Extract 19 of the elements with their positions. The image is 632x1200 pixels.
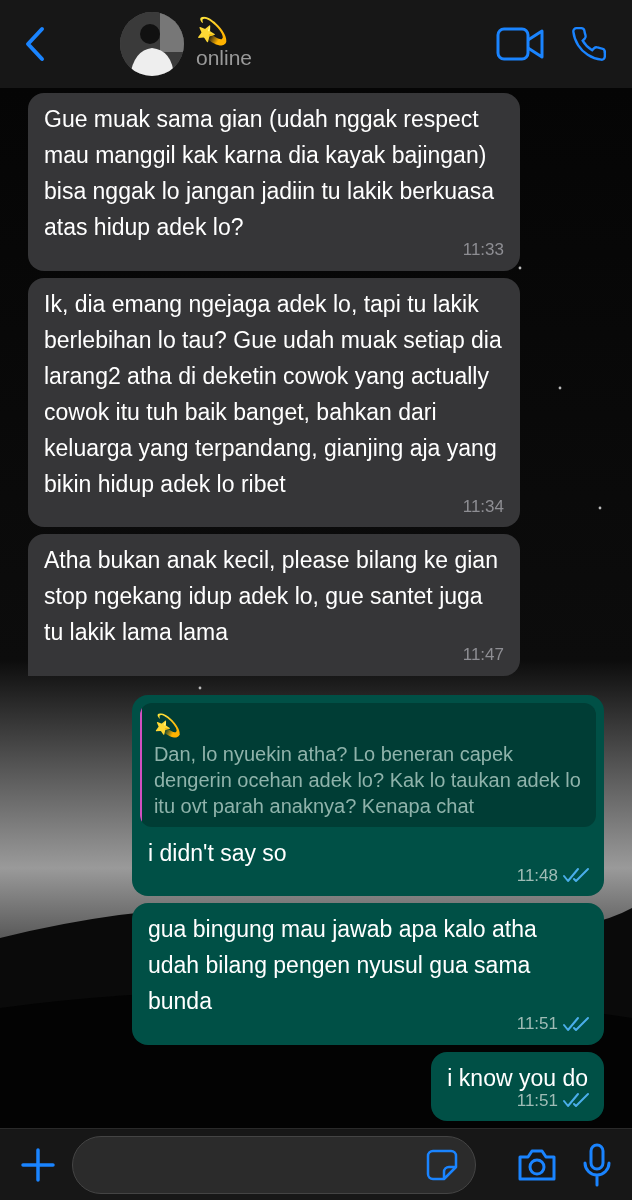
quote-author: 💫 — [153, 711, 182, 740]
message-time: 11:33 — [462, 239, 504, 261]
message-text: i know you do — [446, 1063, 589, 1093]
message-time: 11:51 — [516, 1090, 558, 1112]
message-time: 11:51 — [516, 1013, 558, 1035]
contact-name: 💫 — [196, 17, 229, 45]
message-text: Gue muak sama gian (udah nggak respect mau manggil kak karna dia kayak bajingan) bisa nggak lo jangan jadiin tu lakik berkuasa atas hidup adek lo? — [44, 105, 496, 242]
message-text: gua bingung mau jawab apa kalo atha udah bilang pengen nyusul gua sama bunda — [147, 915, 538, 1016]
message-time: 11:48 — [516, 864, 558, 887]
microphone-icon[interactable] — [582, 1142, 612, 1187]
message-text: i didn't say so — [147, 838, 288, 868]
video-call-icon[interactable] — [496, 26, 546, 62]
quote-text: Dan, lo nyuekin atha? Lo beneran capek dengerin ocehan adek lo? Kak lo taukan adek lo itu ovt parah anaknya? Kenapa chat — [153, 741, 582, 819]
plus-icon[interactable] — [20, 1146, 56, 1183]
phone-icon[interactable] — [570, 25, 608, 63]
sticker-icon[interactable] — [425, 1147, 459, 1182]
message-text: Atha bukan anak kecil, please bilang ke gian stop ngekang idup adek lo, gue santet juga tu lakik lama lama — [44, 546, 499, 647]
message-time: 11:47 — [462, 644, 504, 666]
contact-status: online — [196, 46, 253, 71]
